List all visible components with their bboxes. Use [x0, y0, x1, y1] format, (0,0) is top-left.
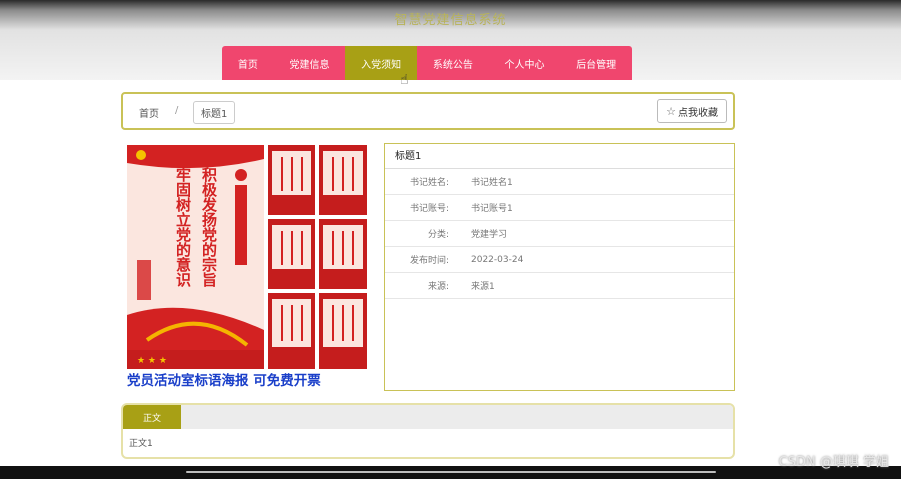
- tab-content[interactable]: 正文: [123, 405, 181, 429]
- detail-panel: 标题1 书记姓名: 书记姓名1 书记账号: 书记账号1 分类: 党建学习 发布时…: [384, 143, 735, 391]
- info-row-secretary-name: 书记姓名: 书记姓名1: [385, 169, 734, 195]
- info-row-source: 来源: 来源1: [385, 273, 734, 299]
- nav-item-party-info[interactable]: 党建信息: [274, 46, 346, 80]
- favorite-button-label: 点我收藏: [678, 107, 718, 119]
- poster-headline-right: 积极发扬党的宗旨: [200, 166, 218, 288]
- svg-text:★ ★ ★: ★ ★ ★: [137, 356, 167, 366]
- nav-item-home[interactable]: 首页: [222, 46, 274, 80]
- breadcrumb-separator: /: [175, 105, 179, 116]
- info-label: 书记账号:: [409, 204, 449, 214]
- info-row-category: 分类: 党建学习: [385, 221, 734, 247]
- info-value: 书记姓名1: [471, 178, 513, 188]
- article-image: ★ ★ ★ 积极发扬党的宗旨 牢固树立党的意识 党员活动室标语海报 可免费开票: [127, 145, 367, 393]
- main-nav: 首页 党建信息 入党须知 系统公告 个人中心 后台管理: [222, 46, 632, 80]
- info-label: 分类:: [427, 230, 449, 240]
- video-progress-line[interactable]: [186, 471, 716, 473]
- poster-banner-text: 党员活动室标语海报 可免费开票: [127, 372, 321, 389]
- info-row-publish-time: 发布时间: 2022-03-24: [385, 247, 734, 273]
- info-value: 书记账号1: [471, 204, 513, 214]
- info-label: 来源:: [427, 282, 449, 292]
- breadcrumb-current: 标题1: [193, 101, 236, 124]
- detail-title: 标题1: [385, 144, 734, 169]
- watermark: CSDN @琪琪 学姐: [778, 455, 889, 470]
- poster-headline-left: 牢固树立党的意识: [174, 166, 192, 288]
- info-value: 党建学习: [471, 230, 508, 240]
- breadcrumb: 首页 / 标题1 ☆ 点我收藏: [121, 92, 735, 130]
- content-panel: 正文 正文1: [121, 403, 735, 459]
- info-row-secretary-account: 书记账号: 书记账号1: [385, 195, 734, 221]
- info-value: 2022-03-24: [471, 254, 524, 265]
- nav-item-announcement[interactable]: 系统公告: [417, 46, 489, 80]
- nav-item-personal-center[interactable]: 个人中心: [489, 46, 561, 80]
- info-value: 来源1: [471, 282, 495, 292]
- favorite-button[interactable]: ☆ 点我收藏: [657, 99, 727, 123]
- nav-item-admin[interactable]: 后台管理: [560, 46, 632, 80]
- info-label: 书记姓名:: [409, 178, 449, 188]
- breadcrumb-home-link[interactable]: 首页: [139, 105, 159, 120]
- star-outline-icon: ☆: [666, 104, 676, 118]
- content-body: 正文1: [129, 439, 153, 449]
- info-label: 发布时间:: [409, 256, 449, 266]
- mouse-cursor-icon: ☝: [400, 72, 409, 88]
- site-title: 智慧党建信息系统: [394, 13, 507, 28]
- content-tab-bar: 正文: [123, 405, 733, 429]
